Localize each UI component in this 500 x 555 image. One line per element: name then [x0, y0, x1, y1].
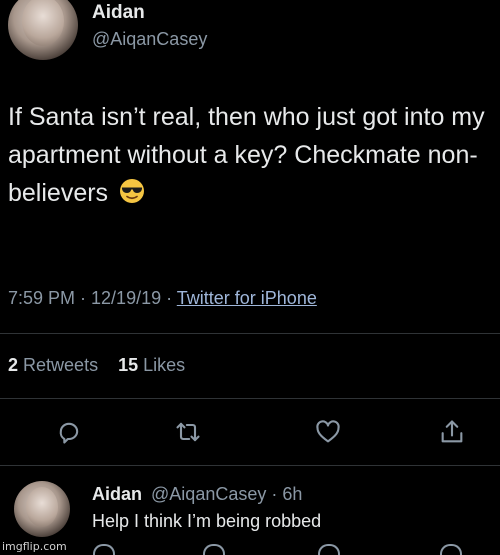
- tweet-text: If Santa isn’t real, then who just got i…: [8, 98, 494, 212]
- reply-button[interactable]: [54, 417, 84, 447]
- divider: [0, 333, 500, 334]
- tweet-text-content: If Santa isn’t real, then who just got i…: [8, 103, 485, 207]
- tweet-card: Aidan @AiqanCasey If Santa isn’t real, t…: [0, 0, 500, 555]
- likes-stat[interactable]: 15 Likes: [118, 355, 185, 375]
- retweets-label: Retweets: [23, 355, 99, 375]
- heart-icon: [316, 420, 340, 443]
- reply-author-name[interactable]: Aidan: [92, 484, 142, 504]
- reply-header: Aidan @AiqanCasey · 6h: [92, 484, 302, 505]
- watermark: imgflip.com: [2, 540, 67, 553]
- retweet-button[interactable]: [173, 417, 203, 447]
- reply-handle-time[interactable]: @AiqanCasey · 6h: [151, 484, 302, 504]
- share-icon: [441, 420, 463, 443]
- divider: [0, 398, 500, 399]
- sunglasses-emoji-icon: [120, 179, 145, 203]
- reply-icon: [59, 422, 79, 444]
- tweet-source-link[interactable]: Twitter for iPhone: [177, 288, 317, 308]
- share-button[interactable]: [437, 417, 467, 447]
- like-button[interactable]: [313, 417, 343, 447]
- reply-reply-icon[interactable]: [93, 544, 115, 555]
- retweets-count: 2: [8, 355, 19, 375]
- retweets-stat[interactable]: 2 Retweets: [8, 355, 98, 375]
- reply-share-icon[interactable]: [440, 544, 462, 555]
- tweet-timestamp-row: 7:59 PM · 12/19/19 · Twitter for iPhone: [8, 288, 317, 309]
- reply-author-avatar[interactable]: [14, 481, 70, 537]
- reply-retweet-icon[interactable]: [203, 544, 225, 555]
- avatar-face: [26, 487, 58, 527]
- tweet-timestamp[interactable]: 7:59 PM · 12/19/19 ·: [8, 288, 177, 308]
- likes-count: 15: [118, 355, 139, 375]
- reply-like-icon[interactable]: [318, 544, 340, 555]
- author-display-name[interactable]: Aidan: [92, 2, 145, 24]
- retweet-icon: [176, 422, 200, 442]
- likes-label: Likes: [143, 355, 186, 375]
- author-handle[interactable]: @AiqanCasey: [92, 29, 207, 50]
- avatar-face: [22, 0, 64, 46]
- tweet-stats: 2 Retweets 15 Likes: [8, 355, 185, 376]
- reply-text: Help I think I’m being robbed: [92, 511, 322, 531]
- divider: [0, 465, 500, 466]
- author-avatar[interactable]: [8, 0, 78, 60]
- reply-action-bar: [0, 544, 500, 555]
